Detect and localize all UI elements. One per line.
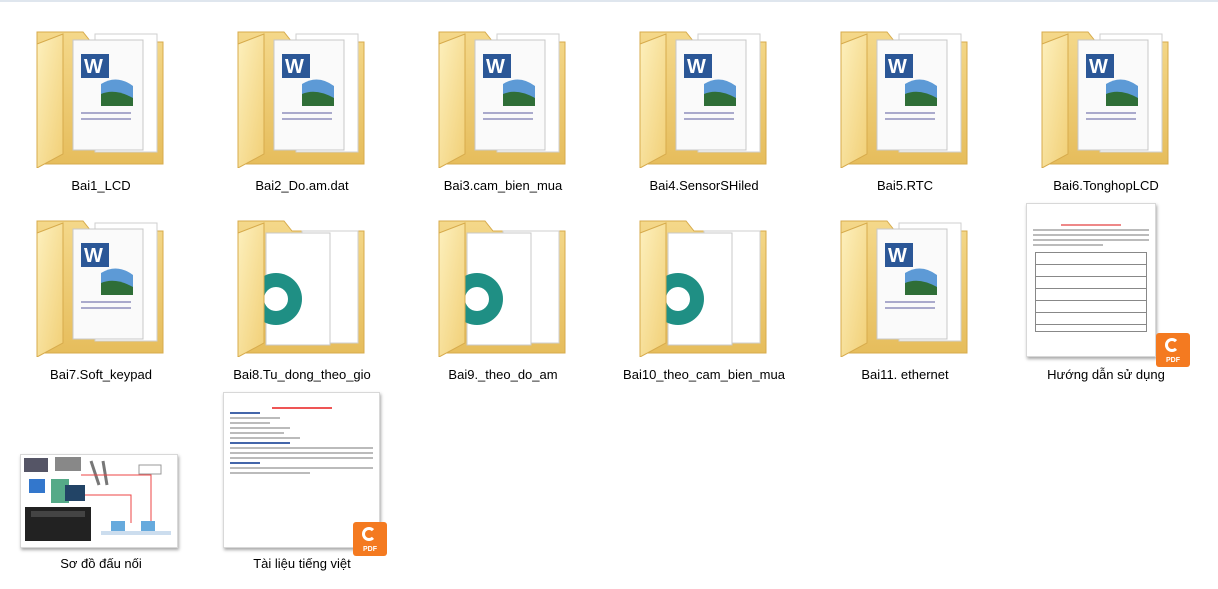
wiring-diagram-preview [24, 457, 171, 541]
file-item-label: Bai5.RTC [876, 178, 934, 193]
folder-word-icon [23, 14, 179, 168]
file-item[interactable]: PDF Tài liệu tiếng việt [207, 386, 397, 572]
doc-preview-line [230, 457, 373, 459]
pdf-badge-icon: PDF [353, 522, 387, 556]
folder-word-icon [626, 14, 782, 168]
file-item-label: Bai10_theo_cam_bien_mua [623, 367, 785, 382]
file-item[interactable]: Bai3.cam_bien_mua [408, 8, 598, 194]
doc-preview-line [230, 417, 280, 419]
file-item[interactable]: ​ PDF Hướng dẫn sử dụng [1011, 197, 1201, 383]
doc-preview-line [230, 452, 373, 454]
file-item[interactable]: Bai5.RTC [810, 8, 1000, 194]
folder-word-icon [1028, 14, 1184, 168]
file-item[interactable]: Bai7.Soft_keypad [6, 197, 196, 383]
folder-word-icon [827, 203, 983, 357]
doc-preview-line [230, 467, 373, 469]
doc-preview-line [1033, 229, 1149, 231]
file-item[interactable]: Bai1_LCD [6, 8, 196, 194]
folder-word-icon [224, 14, 380, 168]
file-item[interactable]: Bai2_Do.am.dat [207, 8, 397, 194]
file-item-label: Bai7.Soft_keypad [50, 367, 152, 382]
pdf-thumbnail-icon: ​ [1026, 203, 1156, 357]
doc-preview-line [1033, 234, 1149, 236]
top-border [0, 0, 1218, 2]
doc-preview-line [230, 412, 260, 414]
file-item-label: Bai9._theo_do_am [448, 367, 558, 382]
image-thumbnail-icon [20, 454, 178, 548]
doc-preview-line [1061, 224, 1121, 226]
folder-word-icon [425, 14, 581, 168]
file-item[interactable]: Bai10_theo_cam_bien_mua [609, 197, 799, 383]
doc-preview-line [230, 447, 373, 449]
file-item[interactable]: Bai9._theo_do_am [408, 197, 598, 383]
file-item-label: Bai4.SensorSHiled [649, 178, 759, 193]
doc-preview-line [230, 422, 270, 424]
file-item[interactable]: Bai6.TonghopLCD [1011, 8, 1201, 194]
doc-preview-line [230, 432, 284, 434]
file-item-label: Sơ đồ đấu nối [60, 556, 142, 571]
file-item-label: Bai1_LCD [71, 178, 131, 193]
file-item-label: Tài liệu tiếng việt [253, 556, 351, 571]
folder-arduino-icon [224, 203, 380, 357]
pdf-badge-icon: PDF [1156, 333, 1190, 367]
doc-preview-line [230, 427, 290, 429]
file-item[interactable]: Sơ đồ đấu nối [6, 386, 196, 572]
doc-preview-line [272, 407, 332, 409]
doc-preview-line [1033, 244, 1103, 246]
doc-preview-line [230, 442, 290, 444]
file-item[interactable]: Bai8.Tu_dong_theo_gio [207, 197, 397, 383]
folder-arduino-icon [626, 203, 782, 357]
file-item-label: Bai11. ethernet [861, 367, 949, 382]
file-item-label: Bai2_Do.am.dat [255, 178, 349, 193]
doc-preview-title: ​ [1027, 216, 1155, 221]
doc-preview-table [1035, 252, 1147, 332]
file-item-label: Bai6.TonghopLCD [1053, 178, 1159, 193]
folder-word-icon [827, 14, 983, 168]
file-item-label: Bai3.cam_bien_mua [443, 178, 563, 193]
file-item-label: Hướng dẫn sử dụng [1047, 367, 1165, 382]
doc-preview-line [1033, 239, 1149, 241]
doc-preview-line [230, 437, 300, 439]
file-item[interactable]: Bai4.SensorSHiled [609, 8, 799, 194]
doc-preview-line [230, 472, 310, 474]
doc-preview-line [230, 462, 260, 464]
file-item[interactable]: Bai11. ethernet [810, 197, 1000, 383]
file-item-label: Bai8.Tu_dong_theo_gio [233, 367, 371, 382]
folder-arduino-icon [425, 203, 581, 357]
folder-word-icon [23, 203, 179, 357]
